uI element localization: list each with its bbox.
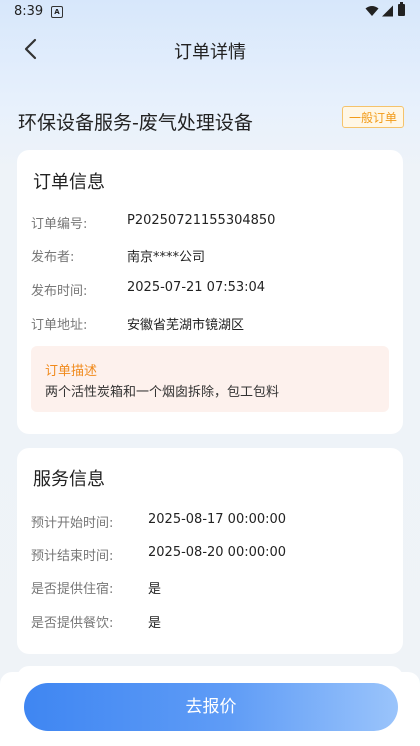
order-title: 环保设备服务-废气处理设备 [18,112,253,134]
order-address-label: 订单地址: [31,318,88,333]
status-time: 8:39 [14,4,44,19]
order-description-box: 订单描述 两个活性炭箱和一个烟囱拆除，包工包料 [31,346,389,412]
accommodation-label: 是否提供住宿: [31,582,114,597]
page-title: 订单详情 [174,42,246,63]
battery-icon [398,2,405,16]
order-number-label: 订单编号: [31,217,88,232]
signal-icon [382,5,393,17]
wifi-icon [365,6,379,16]
start-time-label: 预计开始时间: [31,516,114,531]
navigation-bar: 订单详情 [0,30,420,70]
order-info-card: 订单信息 订单编号: P20250721155304850 发布者: 南京***… [17,150,403,434]
status-bar: 8:39 A [0,0,420,24]
accommodation-value: 是 [148,582,162,597]
meals-value: 是 [148,616,162,631]
order-description-text: 两个活性炭箱和一个烟囱拆除，包工包料 [45,385,280,400]
order-type-badge: 一般订单 [342,106,404,128]
quote-button[interactable]: 去报价 [24,683,398,731]
meals-label: 是否提供餐饮: [31,616,114,631]
publish-time-value: 2025-07-21 07:53:04 [127,280,266,295]
service-info-card: 服务信息 预计开始时间: 2025-08-17 00:00:00 预计结束时间:… [17,448,403,654]
order-address-value: 安徽省芜湖市镜湖区 [127,318,245,333]
service-info-title: 服务信息 [33,469,105,490]
app-notification-icon: A [51,6,63,18]
publisher-label: 发布者: [31,250,75,265]
bottom-action-bar: 去报价 [0,672,420,746]
start-time-value: 2025-08-17 00:00:00 [148,512,287,527]
publisher-value: 南京****公司 [127,250,206,265]
publish-time-label: 发布时间: [31,284,88,299]
end-time-value: 2025-08-20 00:00:00 [148,545,287,560]
end-time-label: 预计结束时间: [31,549,114,564]
order-description-title: 订单描述 [45,364,98,379]
order-number-value: P20250721155304850 [127,213,276,228]
order-info-title: 订单信息 [33,172,105,193]
